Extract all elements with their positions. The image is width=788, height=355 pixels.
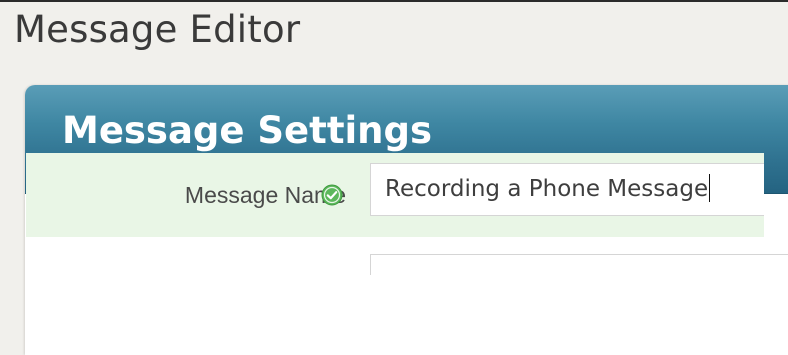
message-name-input[interactable]: Recording a Phone Message: [370, 163, 764, 216]
check-circle-icon: [321, 184, 343, 206]
text-caret: [709, 173, 711, 202]
page-title: Message Editor: [14, 8, 301, 51]
message-name-value: Recording a Phone Message: [385, 176, 709, 202]
message-name-row: Message Name Recording a Phone Message: [26, 153, 764, 237]
top-divider: [0, 0, 788, 2]
panel-title: Message Settings: [62, 109, 433, 152]
next-input-field[interactable]: [370, 254, 788, 275]
